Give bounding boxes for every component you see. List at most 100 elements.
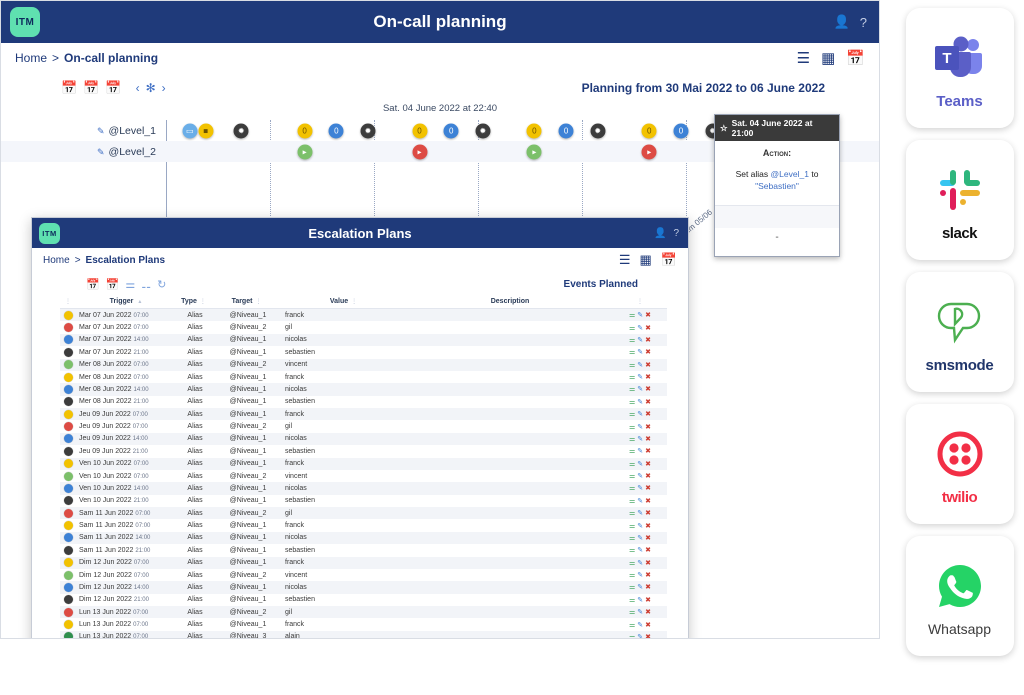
table-row[interactable]: Sam 11 Jun 2022 21:00 Alias @Niveau_1 sebast… xyxy=(60,544,667,556)
edit-icon[interactable]: ✎ xyxy=(637,622,645,629)
table-row[interactable]: Mar 07 Jun 2022 21:00 Alias @Niveau_1 sebast… xyxy=(60,346,667,358)
timeline-event[interactable]: ▭ xyxy=(182,123,198,138)
table-row[interactable]: Sam 11 Jun 2022 07:00 Alias @Niveau_1 franck… xyxy=(60,519,667,531)
edit-icon[interactable]: ✎ xyxy=(637,634,645,638)
refresh-icon[interactable]: ↻ xyxy=(157,278,166,291)
edit-icon[interactable]: ✎ xyxy=(637,584,645,591)
calendar-export-icon[interactable]: 📅 xyxy=(106,278,120,291)
delete-icon[interactable]: ✖ xyxy=(645,386,653,393)
table-row[interactable]: Mer 08 Jun 2022 21:00 Alias @Niveau_1 sebast… xyxy=(60,396,667,408)
timeline-event[interactable]: ▸ xyxy=(641,144,657,159)
delete-icon[interactable]: ✖ xyxy=(645,523,653,530)
edit-icon[interactable]: ✎ xyxy=(637,411,645,418)
edit-icon[interactable]: ✎ xyxy=(637,312,645,319)
breadcrumb-home[interactable]: Home xyxy=(43,255,70,266)
table-row[interactable]: Ven 10 Jun 2022 14:00 Alias @Niveau_1 nicola… xyxy=(60,482,667,495)
delete-icon[interactable]: ✖ xyxy=(645,609,653,616)
delete-icon[interactable]: ✖ xyxy=(645,362,653,369)
edit-icon[interactable]: ✎ xyxy=(637,325,645,332)
help-icon[interactable]: ? xyxy=(860,15,867,30)
table-row[interactable]: Ven 10 Jun 2022 21:00 Alias @Niveau_1 sebast… xyxy=(60,495,667,507)
delete-icon[interactable]: ✖ xyxy=(645,436,653,443)
table-row[interactable]: Dim 12 Jun 2022 14:00 Alias @Niveau_1 nicola… xyxy=(60,581,667,594)
timeline-event[interactable]: 0 xyxy=(526,123,542,138)
timeline-event[interactable]: ✹ xyxy=(590,123,606,138)
table-row[interactable]: Jeu 09 Jun 2022 07:00 Alias @Niveau_2 gil ⚌✎✖ xyxy=(60,420,667,432)
edit-icon[interactable]: ✎ xyxy=(637,386,645,393)
list-view-icon[interactable]: ☰ xyxy=(797,49,810,67)
delete-icon[interactable]: ✖ xyxy=(645,547,653,554)
breadcrumb-home[interactable]: Home xyxy=(15,51,47,65)
timeline-event[interactable]: ✹ xyxy=(360,123,376,138)
table-row[interactable]: Dim 12 Jun 2022 21:00 Alias @Niveau_1 sebast… xyxy=(60,594,667,606)
delete-icon[interactable]: ✖ xyxy=(645,510,653,517)
timeline-event[interactable]: ✹ xyxy=(475,123,491,138)
timeline-event[interactable]: ▸ xyxy=(297,144,313,159)
calendar-import-icon[interactable]: 📅 xyxy=(86,278,100,291)
app-card-slack[interactable]: slack xyxy=(905,140,1014,260)
app-card-whatsapp[interactable]: Whatsapp xyxy=(905,536,1014,656)
table-row[interactable]: Dim 12 Jun 2022 07:00 Alias @Niveau_2 vincen… xyxy=(60,569,667,581)
app-card-teams[interactable]: T Teams xyxy=(905,8,1014,128)
calendar-day-icon[interactable]: 📅 xyxy=(61,80,77,96)
edit-icon[interactable]: ✎ xyxy=(637,535,645,542)
col-type[interactable]: Type ⋮ xyxy=(175,296,215,309)
timeline-event[interactable]: 0 xyxy=(641,123,657,138)
edit-icon[interactable]: ✎ xyxy=(637,473,645,480)
delete-icon[interactable]: ✖ xyxy=(645,473,653,480)
tooltip-alias[interactable]: @Level_1 xyxy=(771,169,809,179)
timeline-event[interactable]: 0 xyxy=(297,123,313,138)
table-row[interactable]: Mar 07 Jun 2022 07:00 Alias @Niveau_1 franck… xyxy=(60,308,667,322)
delete-icon[interactable]: ✖ xyxy=(645,411,653,418)
table-row[interactable]: Mer 08 Jun 2022 07:00 Alias @Niveau_1 franck… xyxy=(60,371,667,383)
table-row[interactable]: Sam 11 Jun 2022 07:00 Alias @Niveau_2 gil ⚌✎✖ xyxy=(60,507,667,520)
app-card-smsmode[interactable]: smsmode xyxy=(905,272,1014,392)
table-row[interactable]: Lun 13 Jun 2022 07:00 Alias @Niveau_1 franck… xyxy=(60,618,667,630)
table-row[interactable]: Mer 08 Jun 2022 07:00 Alias @Niveau_2 vincen… xyxy=(60,358,667,371)
table-row[interactable]: Sam 11 Jun 2022 14:00 Alias @Niveau_1 nicola… xyxy=(60,531,667,545)
delete-icon[interactable]: ✖ xyxy=(645,634,653,638)
edit-icon[interactable]: ✎ xyxy=(97,147,105,157)
filter-clear-icon[interactable]: ⚋ xyxy=(141,278,151,291)
delete-icon[interactable]: ✖ xyxy=(645,312,653,319)
user-icon[interactable]: 👤 xyxy=(654,228,666,239)
table-row[interactable]: Lun 13 Jun 2022 07:00 Alias @Niveau_3 alain ⚌… xyxy=(60,630,667,638)
delete-icon[interactable]: ✖ xyxy=(645,485,653,492)
edit-icon[interactable]: ✎ xyxy=(637,436,645,443)
table-row[interactable]: Jeu 09 Jun 2022 07:00 Alias @Niveau_1 franck… xyxy=(60,408,667,421)
table-row[interactable]: Mer 08 Jun 2022 14:00 Alias @Niveau_1 nicola… xyxy=(60,383,667,396)
calendar-week-icon[interactable]: 📅 xyxy=(83,80,99,96)
table-row[interactable]: Dim 12 Jun 2022 07:00 Alias @Niveau_1 franck… xyxy=(60,556,667,569)
edit-icon[interactable]: ✎ xyxy=(637,349,645,356)
table-row[interactable]: Jeu 09 Jun 2022 21:00 Alias @Niveau_1 sebast… xyxy=(60,445,667,457)
timeline-event[interactable]: 0 xyxy=(673,123,689,138)
next-period-button[interactable]: › xyxy=(162,81,166,95)
table-row[interactable]: Jeu 09 Jun 2022 14:00 Alias @Niveau_1 nicola… xyxy=(60,432,667,446)
edit-icon[interactable]: ✎ xyxy=(637,498,645,505)
edit-icon[interactable]: ✎ xyxy=(637,510,645,517)
timeline-event[interactable]: ▸ xyxy=(526,144,542,159)
delete-icon[interactable]: ✖ xyxy=(645,325,653,332)
delete-icon[interactable]: ✖ xyxy=(645,349,653,356)
delete-icon[interactable]: ✖ xyxy=(645,584,653,591)
edit-icon[interactable]: ✎ xyxy=(97,126,105,136)
calendar-add-icon[interactable]: 📅 xyxy=(846,49,865,67)
delete-icon[interactable]: ✖ xyxy=(645,424,653,431)
app-card-twilio[interactable]: twilio xyxy=(905,404,1014,524)
table-row[interactable]: Mar 07 Jun 2022 14:00 Alias @Niveau_1 nicola… xyxy=(60,333,667,347)
user-icon[interactable]: 👤 xyxy=(834,14,850,30)
table-row[interactable]: Ven 10 Jun 2022 07:00 Alias @Niveau_1 franck… xyxy=(60,457,667,470)
delete-icon[interactable]: ✖ xyxy=(645,560,653,567)
edit-icon[interactable]: ✎ xyxy=(637,461,645,468)
delete-icon[interactable]: ✖ xyxy=(645,399,653,406)
col-description[interactable]: Description xyxy=(405,296,615,309)
edit-icon[interactable]: ✎ xyxy=(637,448,645,455)
grid-view-icon[interactable]: ▦ xyxy=(821,49,835,67)
delete-icon[interactable]: ✖ xyxy=(645,597,653,604)
delete-icon[interactable]: ✖ xyxy=(645,461,653,468)
delete-icon[interactable]: ✖ xyxy=(645,448,653,455)
edit-icon[interactable]: ✎ xyxy=(637,572,645,579)
list-view-icon[interactable]: ☰ xyxy=(619,252,631,268)
col-target[interactable]: Target ⋮ xyxy=(215,296,281,309)
table-row[interactable]: Lun 13 Jun 2022 07:00 Alias @Niveau_2 gil ⚌✎✖ xyxy=(60,606,667,619)
